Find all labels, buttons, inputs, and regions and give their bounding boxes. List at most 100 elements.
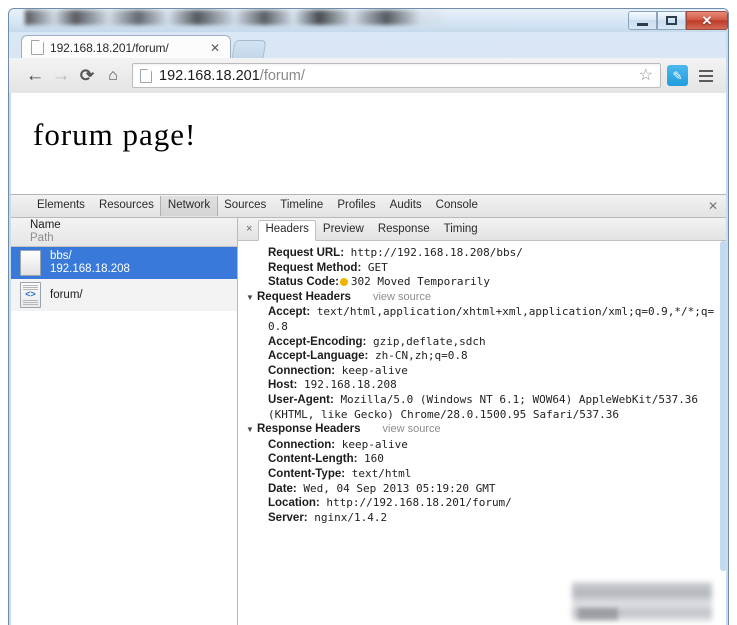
browser-toolbar: ← → ⟳ ⌂ 192.168.18.201/forum/ ☆ ✎ [9,58,728,94]
back-arrow-icon: ← [25,65,45,86]
request-path: 192.168.18.208 [50,263,130,275]
tab-title: 192.168.18.201/forum/ [50,40,169,55]
value-server: nginx/1.4.2 [314,510,388,524]
label-connection: Connection: [268,438,336,451]
response-header-connection: Connection: keep-alive [268,438,716,453]
tab-profiles[interactable]: Profiles [330,197,382,216]
general-status-code: Status Code: 302 Moved Temporarily [268,275,716,290]
chevron-down-icon[interactable]: ▼ [246,423,257,438]
label-status-code: Status Code: [268,276,339,289]
value-content-type: text/html [351,466,412,480]
tab-close-icon[interactable]: ✕ [210,41,220,55]
value-accept: text/html,application/xhtml+xml,applicat… [268,305,715,333]
label-request-url: Request URL: [268,247,345,259]
forward-arrow-icon: → [51,65,71,86]
subtab-preview[interactable]: Preview [316,221,371,241]
home-icon: ⌂ [108,66,118,84]
devtools-panel: Elements Resources Network Sources Timel… [9,194,728,625]
minimize-icon [637,22,648,26]
label-connection: Connection: [268,364,336,377]
general-request-method: Request Method: GET [268,261,716,276]
headers-content: Request URL: http://192.168.18.208/bbs/ … [238,241,728,525]
column-header-name: Name [30,219,61,231]
home-button[interactable]: ⌂ [100,63,126,89]
new-tab-button[interactable] [231,40,267,59]
response-header-content-type: Content-Type: text/html [268,467,716,482]
request-row-text: bbs/ 192.168.18.208 [50,250,130,276]
tab-strip: 192.168.18.201/forum/ ✕ [9,32,728,59]
maximize-icon [666,16,677,25]
maximize-button[interactable] [657,11,686,30]
page-title: forum page! [33,117,197,152]
response-header-server: Server: nginx/1.4.2 [268,511,716,526]
requests-column-header[interactable]: Name Path [11,218,237,247]
address-bar-path: /forum/ [259,67,305,84]
response-headers-section-header[interactable]: ▼ Response Headers view source [246,422,716,438]
close-window-button[interactable]: ✕ [686,11,728,30]
value-accept-encoding: gzip,deflate,sdch [373,334,486,348]
request-row-text: forum/ [50,289,83,302]
request-headers-view-source-link[interactable]: view source [373,290,431,305]
value-connection: keep-alive [341,363,408,377]
request-headers-title: Request Headers [257,290,351,303]
subtab-headers[interactable]: Headers [258,219,316,241]
label-location: Location: [268,497,320,510]
tab-network[interactable]: Network [159,195,219,217]
label-user-agent: User-Agent: [268,393,334,406]
detail-tab-bar: × Headers Preview Response Timing [238,218,728,241]
network-requests-list: Name Path bbs/ 192.168.18.208 <> forum/ [11,218,238,625]
response-headers-view-source-link[interactable]: view source [383,422,441,437]
tab-sources[interactable]: Sources [217,197,273,216]
label-content-length: Content-Length: [268,453,358,466]
tab-elements[interactable]: Elements [30,197,92,216]
blurred-watermark-secondary [578,608,618,620]
menu-line-1 [699,69,713,72]
title-bar[interactable]: ✕ [9,9,728,32]
address-bar[interactable]: 192.168.18.201/forum/ ☆ [132,63,661,88]
label-host: Host: [268,379,298,392]
page-viewport: forum page! [9,93,728,194]
tab-resources[interactable]: Resources [92,197,161,216]
extension-icon[interactable]: ✎ [667,65,688,86]
request-header-user-agent: User-Agent: Mozilla/5.0 (Windows NT 6.1;… [268,393,716,422]
label-accept: Accept: [268,306,311,319]
detail-close-icon[interactable]: × [242,224,258,240]
subtab-timing[interactable]: Timing [437,221,485,241]
forward-button[interactable]: → [48,63,74,89]
chevron-down-icon[interactable]: ▼ [246,291,257,306]
reload-button[interactable]: ⟳ [74,63,100,89]
browser-tab-forum[interactable]: 192.168.18.201/forum/ ✕ [21,35,231,59]
request-row-bbs[interactable]: bbs/ 192.168.18.208 [11,247,237,279]
value-connection: keep-alive [341,437,408,451]
value-status-code: 302 Moved Temporarily [350,275,490,289]
document-icon [20,250,41,276]
value-request-url: http://192.168.18.208/bbs/ [350,246,523,259]
request-name: forum/ [50,288,83,301]
tab-audits[interactable]: Audits [383,197,429,216]
extension-glyph: ✎ [672,68,683,83]
response-header-location: Location: http://192.168.18.201/forum/ [268,496,716,511]
menu-line-3 [699,79,713,82]
request-header-host: Host: 192.168.18.208 [268,378,716,393]
value-location: http://192.168.18.201/forum/ [326,496,512,510]
bookmark-star-icon[interactable]: ☆ [639,67,653,84]
request-header-accept-encoding: Accept-Encoding: gzip,deflate,sdch [268,335,716,350]
browser-menu-icon[interactable] [694,64,718,88]
request-row-forum[interactable]: <> forum/ [11,279,237,311]
back-button[interactable]: ← [22,63,48,89]
status-dot-icon [339,278,348,287]
value-request-method: GET [367,260,388,274]
response-headers-title: Response Headers [257,423,361,436]
address-bar-url: 192.168.18.201/forum/ [159,68,305,84]
tab-timeline[interactable]: Timeline [273,197,330,216]
subtab-response[interactable]: Response [371,221,437,241]
request-header-accept-language: Accept-Language: zh-CN,zh;q=0.8 [268,349,716,364]
request-headers-section-header[interactable]: ▼ Request Headers view source [246,290,716,306]
minimize-button[interactable] [628,11,657,30]
label-request-method: Request Method: [268,261,362,274]
code-icon-chevrons: <> [25,289,36,299]
tab-console[interactable]: Console [429,197,485,216]
request-header-accept: Accept: text/html,application/xhtml+xml,… [268,305,716,334]
devtools-close-icon[interactable]: ✕ [708,200,718,212]
label-date: Date: [268,482,297,495]
